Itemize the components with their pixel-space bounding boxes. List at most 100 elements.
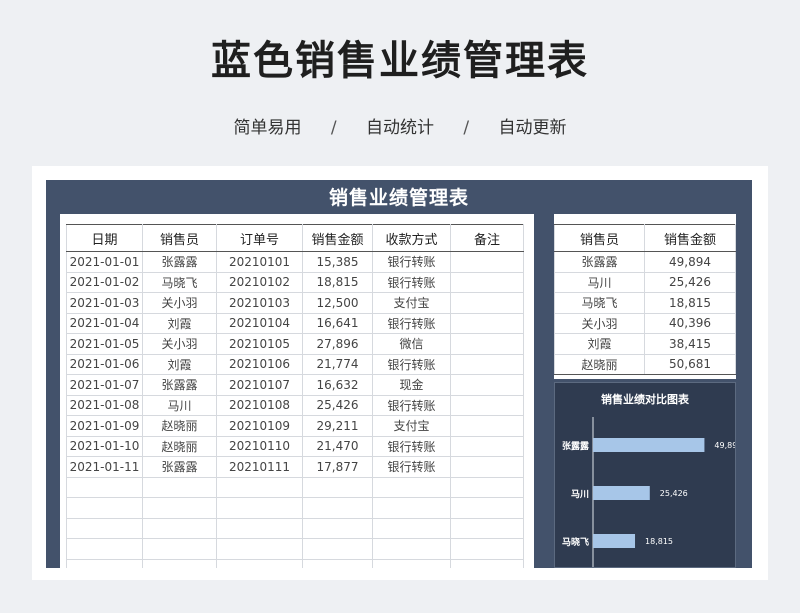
empty-cell[interactable] [66, 538, 143, 560]
empty-cell[interactable] [450, 476, 524, 498]
table-cell[interactable]: 20210109 [216, 415, 303, 437]
table-cell[interactable] [450, 333, 524, 355]
table-cell[interactable]: 银行转账 [372, 271, 451, 293]
empty-cell[interactable] [372, 538, 451, 560]
empty-cell[interactable] [302, 558, 373, 568]
table-cell[interactable]: 2021-01-08 [66, 394, 143, 416]
summary-cell[interactable]: 马川 [554, 271, 645, 293]
empty-cell[interactable] [450, 538, 524, 560]
table-cell[interactable]: 支付宝 [372, 415, 451, 437]
table-cell[interactable]: 银行转账 [372, 456, 451, 478]
empty-cell[interactable] [142, 517, 217, 539]
table-cell[interactable]: 21,470 [302, 435, 373, 457]
table-cell[interactable]: 15,385 [302, 251, 373, 273]
table-cell[interactable]: 27,896 [302, 333, 373, 355]
table-cell[interactable]: 马晓飞 [142, 271, 217, 293]
table-cell[interactable] [450, 271, 524, 293]
empty-cell[interactable] [372, 476, 451, 498]
table-cell[interactable]: 20210107 [216, 374, 303, 396]
summary-cell[interactable]: 马晓飞 [554, 292, 645, 314]
empty-cell[interactable] [142, 476, 217, 498]
table-cell[interactable] [450, 394, 524, 416]
table-cell[interactable]: 18,815 [302, 271, 373, 293]
empty-cell[interactable] [302, 476, 373, 498]
empty-cell[interactable] [216, 538, 303, 560]
table-cell[interactable]: 20210111 [216, 456, 303, 478]
empty-cell[interactable] [302, 497, 373, 519]
table-cell[interactable]: 20210108 [216, 394, 303, 416]
table-cell[interactable]: 银行转账 [372, 394, 451, 416]
summary-cell[interactable]: 40,396 [644, 312, 736, 334]
table-cell[interactable] [450, 251, 524, 273]
table-cell[interactable]: 马川 [142, 394, 217, 416]
table-cell[interactable]: 20210110 [216, 435, 303, 457]
table-cell[interactable]: 2021-01-06 [66, 353, 143, 375]
empty-cell[interactable] [216, 476, 303, 498]
table-cell[interactable]: 刘霞 [142, 312, 217, 334]
table-cell[interactable]: 微信 [372, 333, 451, 355]
table-cell[interactable]: 21,774 [302, 353, 373, 375]
table-cell[interactable]: 20210101 [216, 251, 303, 273]
table-cell[interactable] [450, 353, 524, 375]
table-cell[interactable]: 支付宝 [372, 292, 451, 314]
table-cell[interactable]: 2021-01-04 [66, 312, 143, 334]
empty-cell[interactable] [372, 517, 451, 539]
empty-cell[interactable] [372, 497, 451, 519]
empty-cell[interactable] [66, 558, 143, 568]
table-cell[interactable]: 2021-01-09 [66, 415, 143, 437]
table-cell[interactable]: 2021-01-10 [66, 435, 143, 457]
table-cell[interactable] [450, 415, 524, 437]
empty-cell[interactable] [372, 558, 451, 568]
table-cell[interactable]: 张露露 [142, 251, 217, 273]
table-cell[interactable] [450, 312, 524, 334]
empty-cell[interactable] [450, 558, 524, 568]
table-cell[interactable]: 2021-01-05 [66, 333, 143, 355]
table-cell[interactable] [450, 374, 524, 396]
summary-cell[interactable]: 张露露 [554, 251, 645, 273]
summary-cell[interactable]: 关小羽 [554, 312, 645, 334]
empty-cell[interactable] [216, 517, 303, 539]
table-cell[interactable]: 20210103 [216, 292, 303, 314]
table-cell[interactable]: 2021-01-07 [66, 374, 143, 396]
table-cell[interactable]: 张露露 [142, 456, 217, 478]
empty-cell[interactable] [302, 538, 373, 560]
empty-cell[interactable] [450, 517, 524, 539]
table-cell[interactable]: 20210102 [216, 271, 303, 293]
table-cell[interactable]: 银行转账 [372, 312, 451, 334]
table-cell[interactable]: 2021-01-03 [66, 292, 143, 314]
empty-cell[interactable] [142, 538, 217, 560]
table-cell[interactable]: 银行转账 [372, 251, 451, 273]
empty-cell[interactable] [216, 497, 303, 519]
summary-cell[interactable]: 49,894 [644, 251, 736, 273]
table-cell[interactable]: 12,500 [302, 292, 373, 314]
table-cell[interactable]: 25,426 [302, 394, 373, 416]
table-cell[interactable]: 银行转账 [372, 353, 451, 375]
table-cell[interactable]: 刘霞 [142, 353, 217, 375]
table-cell[interactable]: 2021-01-02 [66, 271, 143, 293]
empty-cell[interactable] [216, 558, 303, 568]
table-cell[interactable]: 20210105 [216, 333, 303, 355]
table-cell[interactable]: 16,641 [302, 312, 373, 334]
empty-cell[interactable] [450, 497, 524, 519]
table-cell[interactable]: 赵晓丽 [142, 415, 217, 437]
table-cell[interactable] [450, 292, 524, 314]
table-cell[interactable]: 17,877 [302, 456, 373, 478]
table-cell[interactable]: 2021-01-11 [66, 456, 143, 478]
summary-cell[interactable]: 赵晓丽 [554, 353, 645, 375]
table-cell[interactable]: 张露露 [142, 374, 217, 396]
empty-cell[interactable] [142, 558, 217, 568]
table-cell[interactable] [450, 456, 524, 478]
summary-cell[interactable]: 刘霞 [554, 333, 645, 355]
table-cell[interactable] [450, 435, 524, 457]
table-cell[interactable]: 关小羽 [142, 292, 217, 314]
table-cell[interactable]: 关小羽 [142, 333, 217, 355]
table-cell[interactable]: 16,632 [302, 374, 373, 396]
table-cell[interactable]: 银行转账 [372, 435, 451, 457]
summary-cell[interactable]: 18,815 [644, 292, 736, 314]
empty-cell[interactable] [66, 497, 143, 519]
summary-cell[interactable]: 25,426 [644, 271, 736, 293]
table-cell[interactable]: 29,211 [302, 415, 373, 437]
empty-cell[interactable] [142, 497, 217, 519]
table-cell[interactable]: 现金 [372, 374, 451, 396]
empty-cell[interactable] [66, 517, 143, 539]
